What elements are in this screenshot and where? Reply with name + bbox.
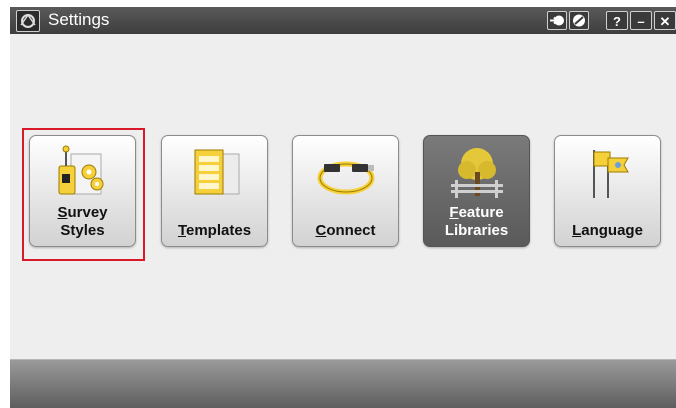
- title-bar: Settings ? – ✕: [10, 7, 676, 34]
- connect-cable-icon: [316, 144, 376, 202]
- tile-label: Connect: [315, 222, 376, 239]
- no-sign-icon[interactable]: [569, 11, 589, 30]
- minimize-button[interactable]: –: [630, 11, 652, 30]
- templates-icon: [185, 144, 245, 202]
- tile-survey-styles[interactable]: Survey Styles: [29, 135, 136, 247]
- help-button[interactable]: ?: [606, 11, 628, 30]
- tile-feature-libraries[interactable]: Feature Libraries: [423, 135, 530, 247]
- close-button[interactable]: ✕: [654, 11, 676, 30]
- tile-language[interactable]: Language: [554, 135, 661, 247]
- bottom-bar: [10, 359, 676, 408]
- feature-tree-icon: [447, 144, 507, 202]
- window-title: Settings: [48, 10, 110, 29]
- tile-label: Feature Libraries: [444, 204, 509, 239]
- tile-label: Language: [572, 222, 643, 239]
- survey-styles-icon: [53, 144, 113, 202]
- exit-icon[interactable]: [547, 11, 567, 30]
- tile-connect[interactable]: Connect: [292, 135, 399, 247]
- tile-label: Templates: [177, 222, 252, 239]
- tile-templates[interactable]: Templates: [161, 135, 268, 247]
- language-flags-icon: [578, 144, 638, 202]
- tile-label: Survey Styles: [57, 204, 108, 239]
- app-logo-icon[interactable]: [16, 10, 40, 32]
